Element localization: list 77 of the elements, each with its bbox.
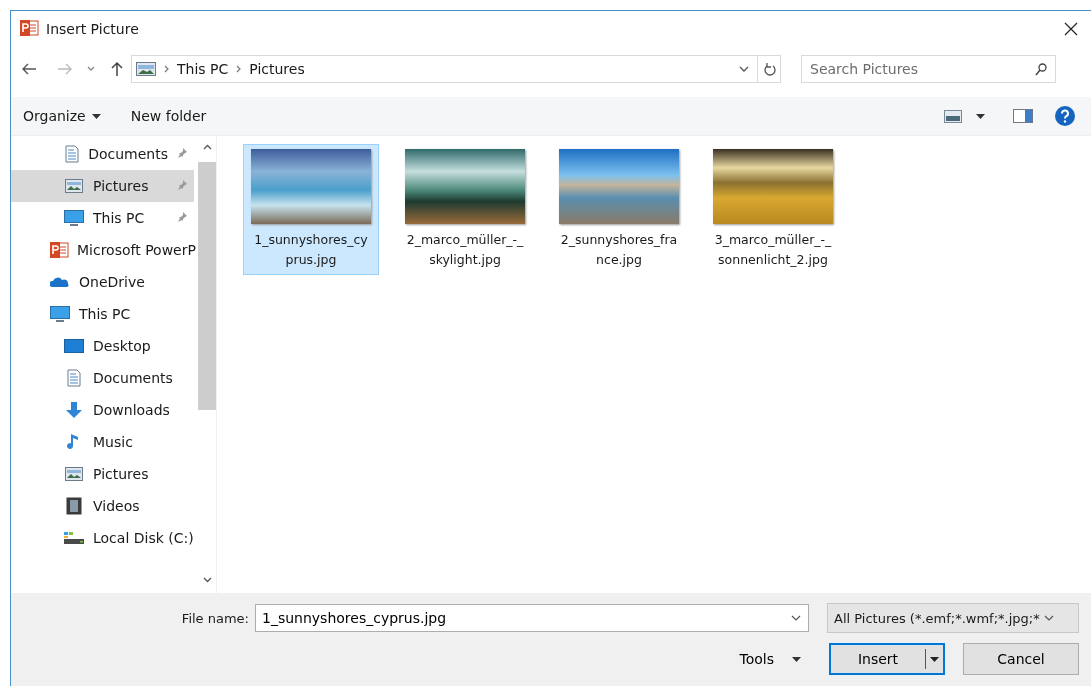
nav-item[interactable]: Desktop xyxy=(11,330,194,362)
recent-locations-button[interactable] xyxy=(87,66,95,72)
search-icon xyxy=(1035,63,1047,76)
chevron-down-icon xyxy=(791,615,801,621)
preview-pane-button[interactable] xyxy=(1013,109,1033,123)
nav-item[interactable]: OneDrive xyxy=(11,266,194,298)
pin-icon[interactable] xyxy=(176,147,188,159)
file-tile[interactable]: 1_sunnyshores_cyprus.jpg xyxy=(243,144,379,275)
chevron-right-icon xyxy=(236,65,242,73)
nav-item[interactable]: This PC xyxy=(11,298,194,330)
document-icon xyxy=(63,145,80,163)
scroll-down-icon xyxy=(202,577,212,583)
picture-icon xyxy=(136,62,156,76)
up-arrow-icon xyxy=(111,61,123,77)
file-tile[interactable]: 3_marco_müller_-_sonnenlicht_2.jpg xyxy=(705,144,841,275)
computer-icon xyxy=(50,305,70,323)
document-icon xyxy=(66,369,82,387)
caret-icon xyxy=(930,656,939,662)
caret-icon xyxy=(91,113,101,119)
caret-icon xyxy=(792,656,801,662)
music-note-icon xyxy=(67,433,81,451)
refresh-icon[interactable] xyxy=(764,62,776,76)
film-icon xyxy=(66,497,82,515)
drive-icon xyxy=(63,531,85,545)
file-name: 1_sunnyshores_cyprus.jpg xyxy=(253,231,369,269)
nav-item[interactable]: Pictures xyxy=(11,170,194,202)
caret-icon xyxy=(976,113,985,119)
tools-menu[interactable]: Tools xyxy=(739,651,801,667)
file-name: 3_marco_müller_-_sonnenlicht_2.jpg xyxy=(714,231,832,269)
back-button[interactable] xyxy=(21,63,37,75)
picture-icon xyxy=(65,467,83,481)
file-tile[interactable]: 2_sunnyshores_france.jpg xyxy=(551,144,687,275)
picture-icon xyxy=(65,179,83,193)
forward-arrow-icon xyxy=(57,63,73,75)
desktop-icon xyxy=(64,339,84,353)
nav-item[interactable]: Downloads xyxy=(11,394,194,426)
view-options-button[interactable] xyxy=(944,109,985,123)
nav-item[interactable]: Documents xyxy=(11,138,194,170)
computer-icon xyxy=(64,209,84,227)
scroll-up-icon xyxy=(202,144,212,150)
pin-icon[interactable] xyxy=(176,211,188,223)
cloud-icon xyxy=(50,276,70,288)
organize-menu[interactable]: Organize xyxy=(23,108,101,124)
nav-item[interactable]: Music xyxy=(11,426,194,458)
nav-item[interactable]: Videos xyxy=(11,490,194,522)
search-field[interactable]: Search Pictures xyxy=(801,55,1056,83)
back-arrow-icon xyxy=(21,63,37,75)
file-tile[interactable]: 2_marco_müller_-_skylight.jpg xyxy=(397,144,533,275)
powerpoint-icon xyxy=(49,241,69,259)
window-title: Insert Picture xyxy=(46,21,140,37)
help-button[interactable] xyxy=(1055,106,1075,126)
chevron-down-icon xyxy=(1043,615,1054,621)
file-type-dropdown[interactable]: All Pictures (*.emf;*.wmf;*.jpg;* xyxy=(827,603,1079,633)
help-icon xyxy=(1055,106,1075,126)
chevron-down-icon xyxy=(87,66,95,72)
file-name-label: File name: xyxy=(181,610,249,626)
view-icon xyxy=(944,109,962,123)
file-name: 2_sunnyshores_france.jpg xyxy=(560,231,678,269)
file-name: 2_marco_müller_-_skylight.jpg xyxy=(406,231,524,269)
nav-item[interactable]: Microsoft PowerP xyxy=(11,234,194,266)
nav-item[interactable]: Local Disk (C:) xyxy=(11,522,194,554)
nav-item[interactable]: Pictures xyxy=(11,458,194,490)
nav-item[interactable]: This PC xyxy=(11,202,194,234)
new-folder-button[interactable]: New folder xyxy=(130,108,207,124)
up-button[interactable] xyxy=(111,61,123,77)
cancel-button[interactable]: Cancel xyxy=(963,643,1079,675)
chevron-down-icon[interactable] xyxy=(739,66,749,72)
close-icon xyxy=(1064,22,1078,36)
breadcrumb[interactable]: This PC xyxy=(177,61,229,77)
pane-icon xyxy=(1013,109,1033,123)
powerpoint-icon xyxy=(19,18,39,37)
file-name-field[interactable]: 1_sunnyshores_cyprus.jpg xyxy=(255,604,809,632)
download-arrow-icon xyxy=(65,401,83,419)
chevron-right-icon xyxy=(164,65,169,73)
breadcrumb[interactable]: Pictures xyxy=(249,61,305,77)
nav-item[interactable]: Documents xyxy=(11,362,194,394)
address-bar[interactable]: This PC Pictures xyxy=(131,55,781,83)
